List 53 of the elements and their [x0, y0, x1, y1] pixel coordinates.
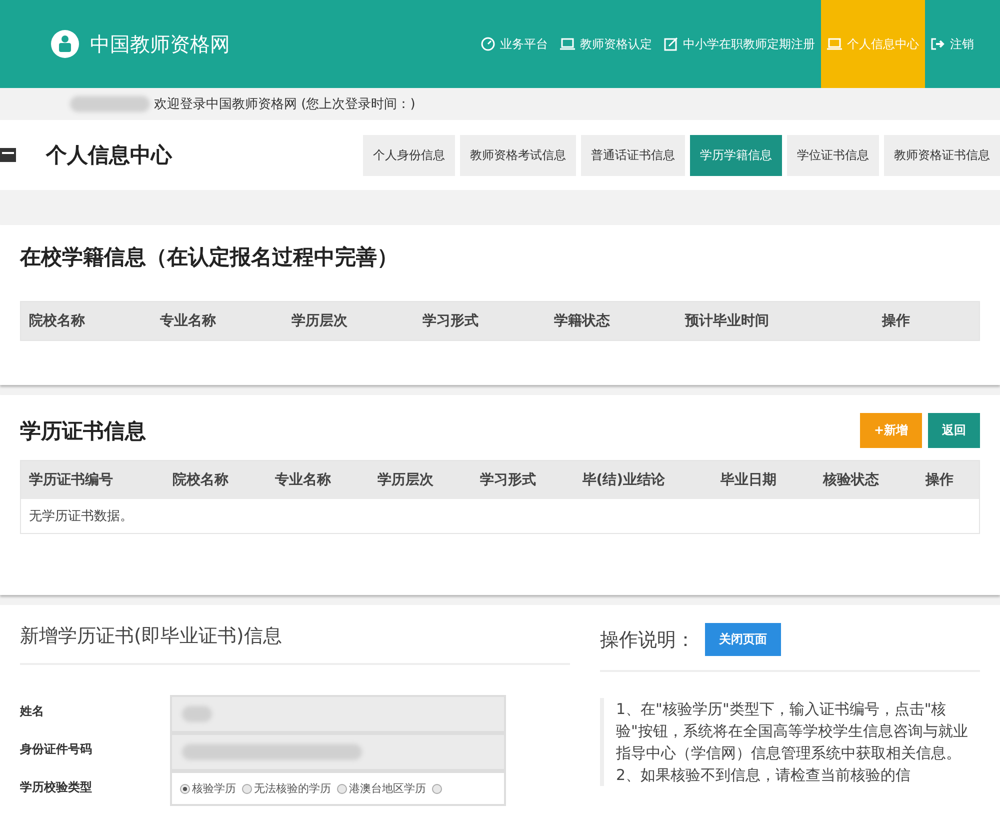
section-title: 在校学籍信息（在认定报名过程中完善） [20, 244, 399, 271]
radio-option[interactable]: 港澳台地区学历 [337, 781, 426, 796]
tab[interactable]: 学位证书信息 [787, 134, 879, 176]
column-header: 专业名称 [274, 471, 332, 490]
empty-message: 无学历证书数据。 [28, 508, 134, 526]
edit-icon [664, 37, 678, 51]
form-title: 新增学历证书(即毕业证书)信息 [20, 624, 282, 649]
column-header: 预计毕业时间 [684, 312, 770, 331]
column-header: 学历层次 [376, 471, 434, 490]
laptop-icon [827, 38, 842, 50]
welcome-text: 欢迎登录中国教师资格网 (您上次登录时间：) [154, 96, 416, 113]
column-header: 毕业日期 [720, 471, 778, 490]
logout-icon [931, 38, 945, 50]
column-header: 院校名称 [28, 312, 86, 331]
add-button[interactable]: +新增 [860, 413, 922, 448]
help-paragraph: 1、在"核验学历"类型下，输入证书编号，点击"核验"按钮，系统将在全国高等学校学生信息咨询与就业指导中心（学信网）信息管理系统中获取相关信息。 [616, 699, 969, 764]
column-header: 学历层次 [290, 312, 348, 331]
close-page-button[interactable]: 关闭页面 [705, 623, 781, 656]
column-header: 学习形式 [478, 471, 537, 490]
laptop-icon [560, 38, 575, 50]
section-title: 学历证书信息 [20, 418, 146, 444]
input-field[interactable] [170, 733, 506, 771]
input-field[interactable] [170, 695, 506, 733]
radio-option[interactable]: 无法核验的学历 [242, 781, 331, 796]
logo-icon [50, 29, 80, 59]
field-label: 身份证件号码 [20, 741, 93, 758]
column-header: 学习形式 [422, 312, 480, 331]
help-title: 操作说明： [600, 628, 695, 652]
tab[interactable]: 教师资格证书信息 [884, 134, 1000, 176]
nav-link[interactable]: 注销 [925, 0, 980, 88]
column-header: 操作 [880, 312, 911, 331]
page-title: 个人信息中心 [46, 142, 174, 169]
radio-option[interactable]: 核验学历 [180, 781, 236, 796]
tab[interactable]: 学历学籍信息 [690, 134, 782, 176]
back-button[interactable]: 返回 [928, 413, 980, 448]
help-paragraph: 2、如果核验不到信息，请检查当前核验的信 [616, 765, 912, 786]
field-label: 学历校验类型 [20, 779, 93, 796]
column-header: 专业名称 [159, 312, 218, 331]
tab[interactable]: 个人身份信息 [363, 134, 455, 176]
nav-link[interactable]: 教师资格认定 [554, 0, 658, 88]
column-header: 操作 [924, 471, 955, 490]
nav-link[interactable]: 中小学在职教师定期注册 [658, 0, 821, 88]
column-header: 毕(结)业结论 [581, 471, 666, 490]
column-header: 院校名称 [171, 471, 230, 490]
gauge-icon [481, 37, 495, 51]
tab[interactable]: 普通话证书信息 [581, 134, 685, 176]
column-header: 学历证书编号 [28, 471, 114, 490]
tab[interactable]: 教师资格考试信息 [460, 134, 576, 176]
field-label: 姓名 [20, 703, 45, 720]
column-header: 核验状态 [822, 471, 880, 490]
column-header: 学籍状态 [552, 312, 611, 331]
site-title: 中国教师资格网 [90, 30, 230, 58]
nav-link[interactable]: 业务平台 [475, 0, 554, 88]
